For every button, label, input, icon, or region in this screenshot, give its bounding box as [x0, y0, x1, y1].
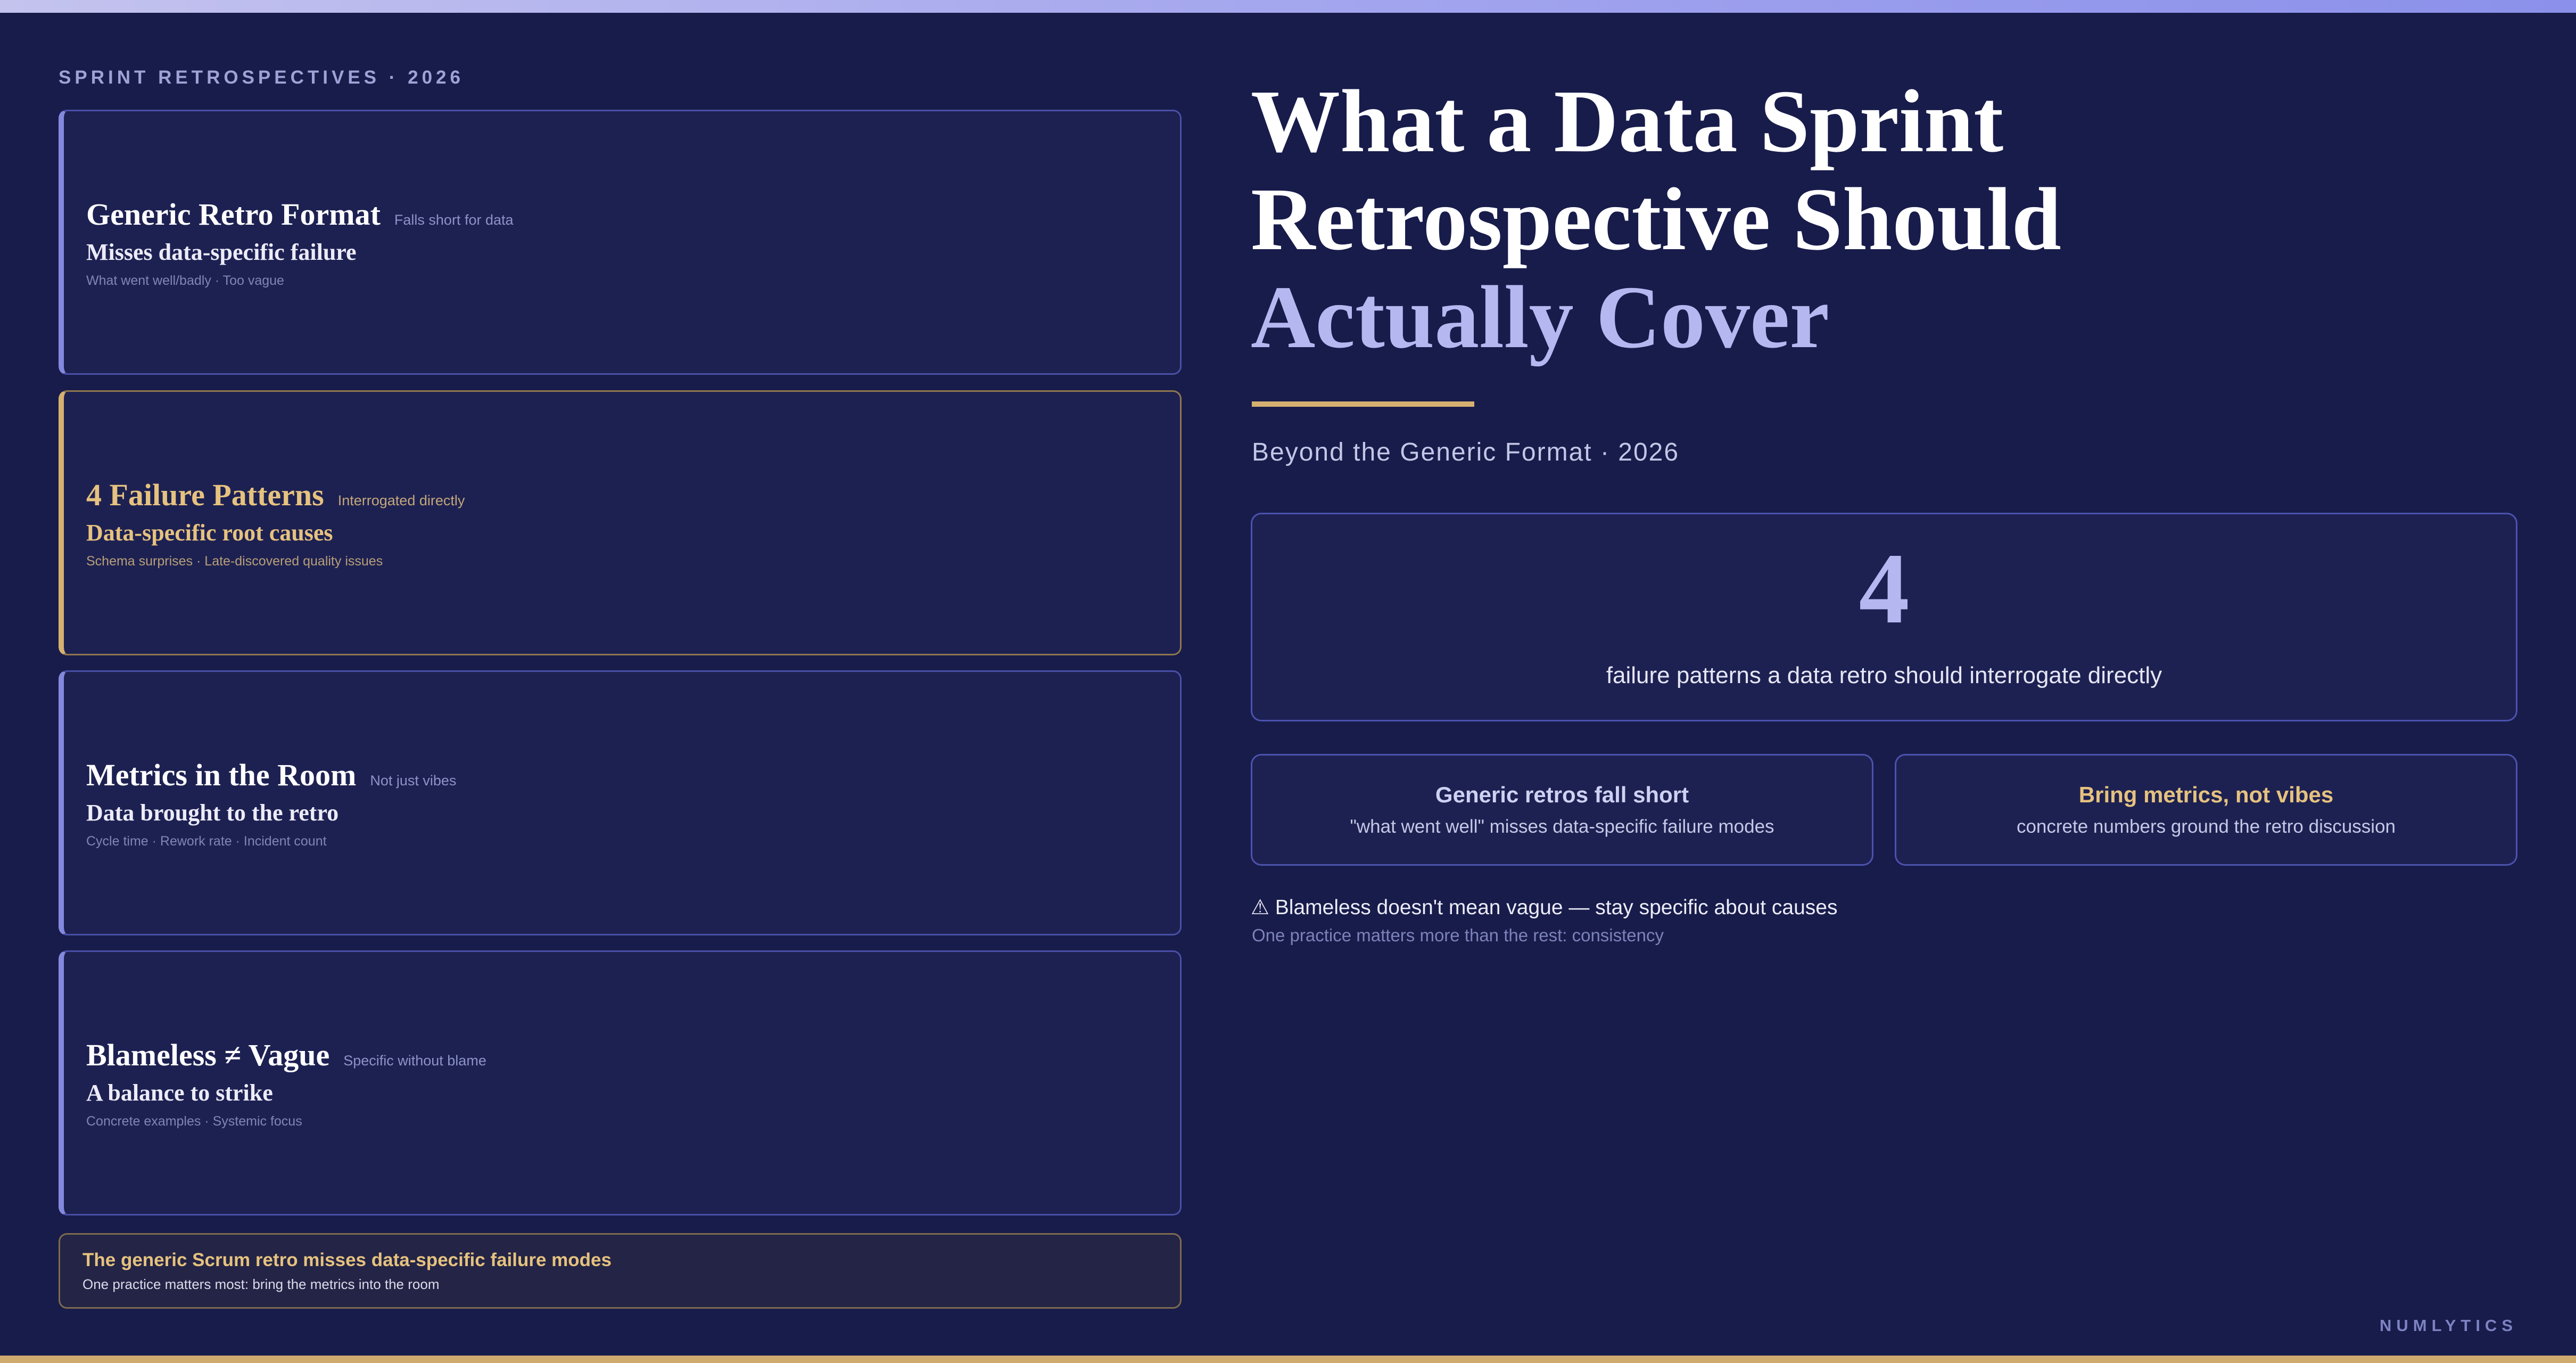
card-meta: Concrete examples · Systemic focus: [86, 1113, 302, 1129]
point-title: Bring metrics, not vibes: [2078, 782, 2334, 807]
card-content: Metrics in the Room Not just vibes Data …: [86, 672, 1159, 934]
card-content: Generic Retro Format Falls short for dat…: [86, 111, 1159, 373]
card-title-row: Blameless ≠ Vague Specific without blame: [86, 1037, 1159, 1074]
point-text: "what went well" misses data-specific fa…: [1350, 816, 1774, 837]
card-title: Metrics in the Room: [86, 758, 357, 793]
card-metrics-in-room: Metrics in the Room Not just vibes Data …: [59, 670, 1182, 935]
card-title: Generic Retro Format: [86, 197, 381, 232]
card-failure-patterns: 4 Failure Patterns Interrogated directly…: [59, 390, 1182, 655]
card-meta: Cycle time · Rework rate · Incident coun…: [86, 833, 327, 849]
card-subtitle: A balance to strike: [86, 1079, 273, 1106]
summary-callout: The generic Scrum retro misses data-spec…: [59, 1233, 1182, 1309]
warning-subnote: One practice matters more than the rest:…: [1252, 925, 1664, 945]
card-meta: Schema surprises · Late-discovered quali…: [86, 553, 383, 569]
callout-subtitle: One practice matters most: bring the met…: [82, 1276, 440, 1292]
card-tag: Specific without blame: [343, 1053, 486, 1069]
card-title: Blameless ≠ Vague: [86, 1038, 330, 1073]
callout-title: The generic Scrum retro misses data-spec…: [82, 1249, 612, 1270]
point-title: Generic retros fall short: [1435, 782, 1689, 807]
card-subtitle: Misses data-specific failure: [86, 239, 357, 265]
page-subtitle: Beyond the Generic Format · 2026: [1252, 438, 1680, 466]
card-subtitle: Data-specific root causes: [86, 519, 333, 546]
card-meta: What went well/badly · Too vague: [86, 273, 284, 288]
title-line-1: What a Data Sprint: [1251, 72, 2004, 171]
card-content: 4 Failure Patterns Interrogated directly…: [86, 392, 1159, 654]
point-card-generic-retros: Generic retros fall short "what went wel…: [1251, 754, 1873, 866]
stat-value: 4: [1859, 533, 1910, 645]
card-title-row: 4 Failure Patterns Interrogated directly: [86, 477, 1159, 514]
top-accent-bar: [0, 0, 2576, 13]
title-line-2: Retrospective Should: [1251, 170, 2061, 269]
stat-card: 4 failure patterns a data retro should i…: [1251, 513, 2517, 721]
card-subtitle: Data brought to the retro: [86, 799, 339, 826]
page-title: What a Data Sprint Retrospective Should …: [1251, 72, 2061, 366]
bottom-accent-bar: [0, 1356, 2576, 1363]
card-generic-retro: Generic Retro Format Falls short for dat…: [59, 110, 1182, 375]
stat-caption: failure patterns a data retro should int…: [1606, 662, 2162, 688]
card-title-row: Generic Retro Format Falls short for dat…: [86, 196, 1159, 233]
card-title: 4 Failure Patterns: [86, 478, 324, 513]
point-card-bring-metrics: Bring metrics, not vibes concrete number…: [1895, 754, 2517, 866]
card-content: Blameless ≠ Vague Specific without blame…: [86, 952, 1159, 1214]
card-title-row: Metrics in the Room Not just vibes: [86, 757, 1159, 794]
card-tag: Not just vibes: [370, 773, 457, 789]
brand-logo: NUMLYTICS: [2380, 1316, 2517, 1335]
card-tag: Interrogated directly: [337, 492, 465, 509]
point-text: concrete numbers ground the retro discus…: [2016, 816, 2396, 837]
title-divider: [1252, 401, 1474, 407]
section-eyebrow: SPRINT RETROSPECTIVES · 2026: [59, 67, 464, 88]
title-line-3: Actually Cover: [1251, 268, 1830, 367]
card-blameless: Blameless ≠ Vague Specific without blame…: [59, 950, 1182, 1216]
warning-note: ⚠ Blameless doesn't mean vague — stay sp…: [1251, 896, 1838, 919]
card-tag: Falls short for data: [394, 212, 514, 228]
